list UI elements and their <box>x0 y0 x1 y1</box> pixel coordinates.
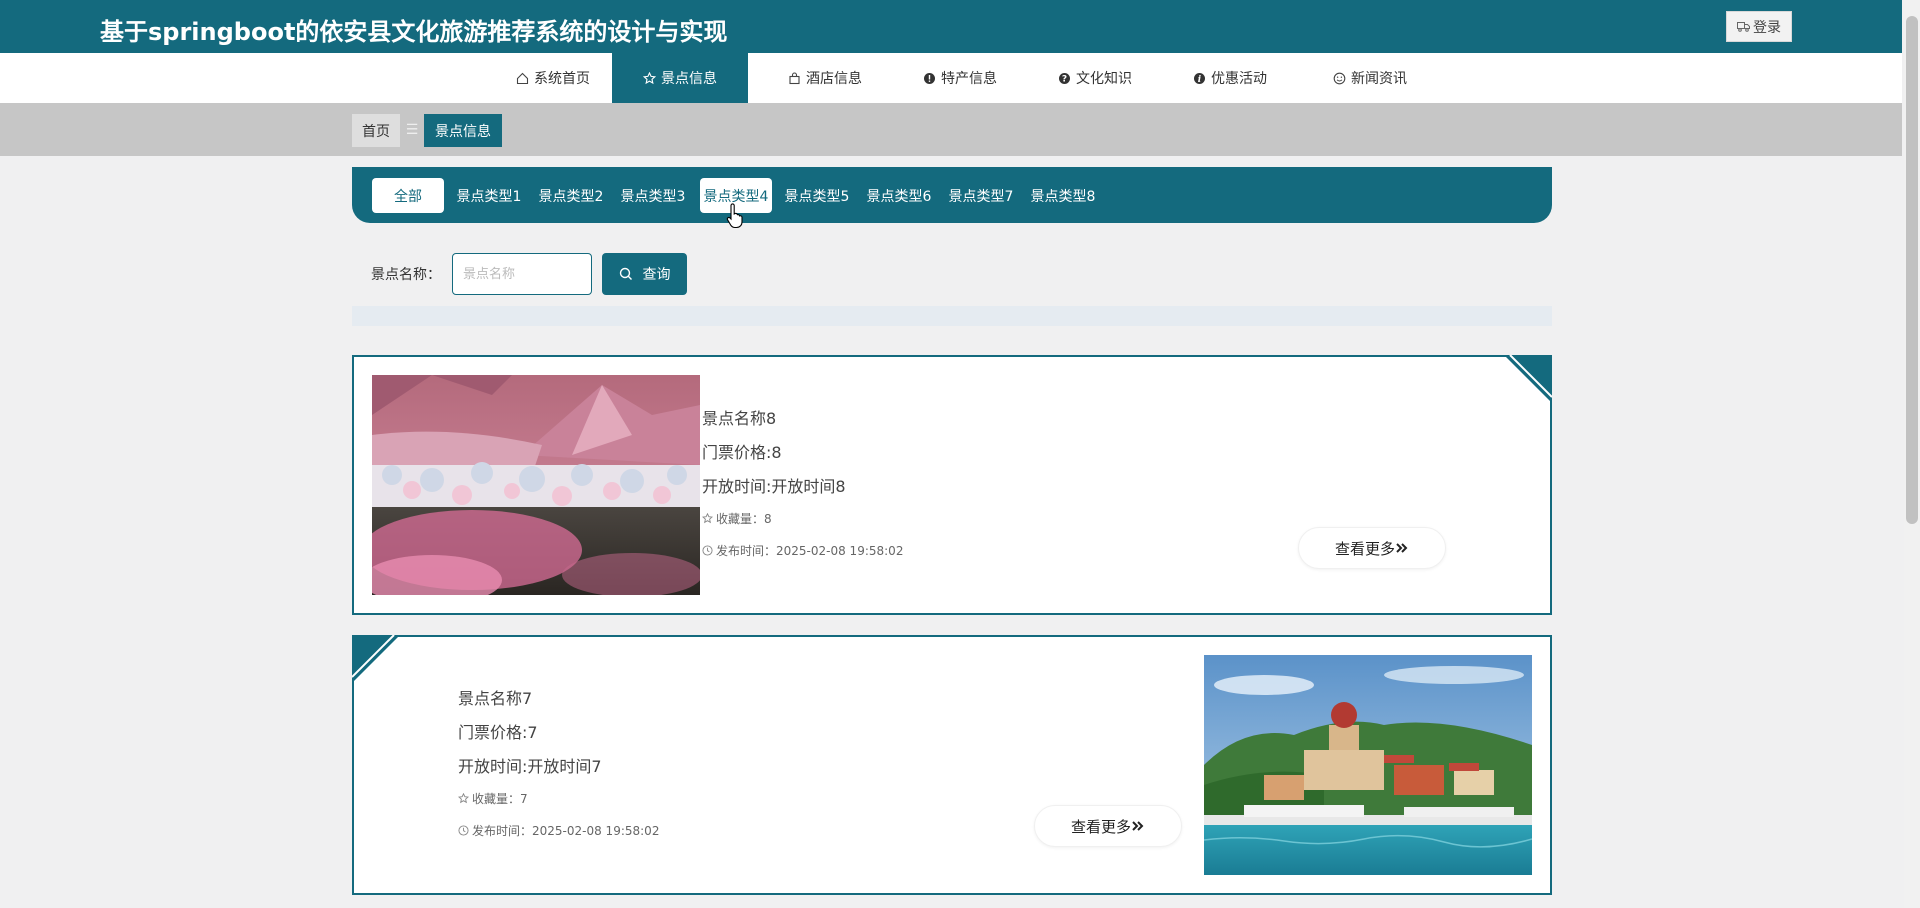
breadcrumb-separator: ☰ <box>405 122 419 138</box>
double-chevron-right-icon <box>1396 543 1408 553</box>
home-icon <box>516 72 529 84</box>
nav-item-promotions[interactable]: i 优惠活动 <box>1170 53 1290 103</box>
breadcrumb <box>0 103 1902 156</box>
category-type-1[interactable]: 景点类型1 <box>452 178 526 213</box>
divider <box>352 306 1552 326</box>
listing-favorites: 收藏量：8 <box>702 510 772 527</box>
corner-ribbon <box>352 635 400 683</box>
listing-published: 发布时间：2025-02-08 19:58:02 <box>458 822 659 839</box>
search-button[interactable]: 查询 <box>602 253 687 295</box>
search-label: 景点名称： <box>371 267 441 283</box>
category-type-2[interactable]: 景点类型2 <box>534 178 608 213</box>
breadcrumb-home[interactable]: 首页 <box>352 114 400 147</box>
site-title: 基于springboot的依安县文化旅游推荐系统的设计与实现 <box>100 18 728 46</box>
category-type-8[interactable]: 景点类型8 <box>1026 178 1100 213</box>
search-button-label: 查询 <box>642 267 671 283</box>
star-icon <box>458 793 469 804</box>
category-type-5[interactable]: 景点类型5 <box>780 178 854 213</box>
category-type-3[interactable]: 景点类型3 <box>616 178 690 213</box>
view-more-label: 查看更多 <box>1070 817 1131 836</box>
header-bar: 基于springboot的依安县文化旅游推荐系统的设计与实现 <box>0 0 1902 53</box>
svg-text:i: i <box>1198 74 1202 84</box>
favorites-text: 收藏量：7 <box>472 792 528 806</box>
nav-item-culture[interactable]: ? 文化知识 <box>1035 53 1155 103</box>
listing-card[interactable]: 景点名称8 门票价格:8 开放时间:开放时间8 收藏量：8 发布时间：2025-… <box>352 355 1552 615</box>
login-button[interactable]: 登录 <box>1726 11 1792 42</box>
favorites-text: 收藏量：8 <box>716 512 772 526</box>
clock-icon <box>458 825 469 836</box>
search-input[interactable] <box>452 253 592 295</box>
listing-name: 景点名称7 <box>458 689 533 708</box>
nav-item-home[interactable]: 系统首页 <box>493 53 613 103</box>
nav-item-attractions[interactable]: 景点信息 <box>612 53 748 103</box>
info-icon: i <box>1194 72 1205 84</box>
listing-favorites: 收藏量：7 <box>458 790 528 807</box>
clock-icon <box>702 545 713 556</box>
login-label: 登录 <box>1753 19 1781 36</box>
listing-price: 门票价格:7 <box>458 723 538 742</box>
nav-label: 系统首页 <box>534 71 590 87</box>
star-icon <box>643 71 656 84</box>
svg-text:?: ? <box>1062 74 1067 84</box>
nav-label: 新闻资讯 <box>1351 71 1407 87</box>
star-icon <box>702 513 713 524</box>
category-all[interactable]: 全部 <box>372 178 444 213</box>
listing-published: 发布时间：2025-02-08 19:58:02 <box>702 542 903 559</box>
listing-open-time: 开放时间:开放时间8 <box>702 477 846 496</box>
listing-name: 景点名称8 <box>702 409 777 428</box>
double-chevron-right-icon <box>1132 821 1144 831</box>
breadcrumb-current: 景点信息 <box>424 114 502 147</box>
nav-label: 特产信息 <box>941 71 997 87</box>
nav-item-hotels[interactable]: 酒店信息 <box>765 53 885 103</box>
view-more-label: 查看更多 <box>1334 539 1395 558</box>
nav-label: 文化知识 <box>1076 71 1132 87</box>
published-text: 发布时间：2025-02-08 19:58:02 <box>716 544 904 558</box>
search-icon <box>619 267 632 280</box>
category-type-7[interactable]: 景点类型7 <box>944 178 1018 213</box>
nav-label: 优惠活动 <box>1211 71 1267 87</box>
nav-item-specialties[interactable]: 特产信息 <box>900 53 1020 103</box>
category-type-6[interactable]: 景点类型6 <box>862 178 936 213</box>
listing-price: 门票价格:8 <box>702 443 782 462</box>
listing-image[interactable] <box>1204 655 1532 875</box>
info-icon <box>924 72 935 84</box>
corner-ribbon <box>1504 355 1552 403</box>
smile-icon <box>1333 72 1346 84</box>
view-more-button[interactable]: 查看更多 <box>1034 805 1182 847</box>
scrollbar-thumb[interactable] <box>1906 16 1918 524</box>
listing-open-time: 开放时间:开放时间7 <box>458 757 602 776</box>
bag-icon <box>789 71 800 84</box>
view-more-button[interactable]: 查看更多 <box>1298 527 1446 569</box>
nav-item-news[interactable]: 新闻资讯 <box>1305 53 1435 103</box>
hand-cursor-icon <box>726 203 743 229</box>
published-text: 发布时间：2025-02-08 19:58:02 <box>472 824 660 838</box>
question-icon: ? <box>1059 72 1070 84</box>
nav-label: 景点信息 <box>661 71 717 87</box>
listing-card[interactable]: 景点名称7 门票价格:7 开放时间:开放时间7 收藏量：7 发布时间：2025-… <box>352 635 1552 895</box>
listing-image[interactable] <box>372 375 700 595</box>
truck-icon <box>1737 22 1750 32</box>
nav-label: 酒店信息 <box>806 71 862 87</box>
